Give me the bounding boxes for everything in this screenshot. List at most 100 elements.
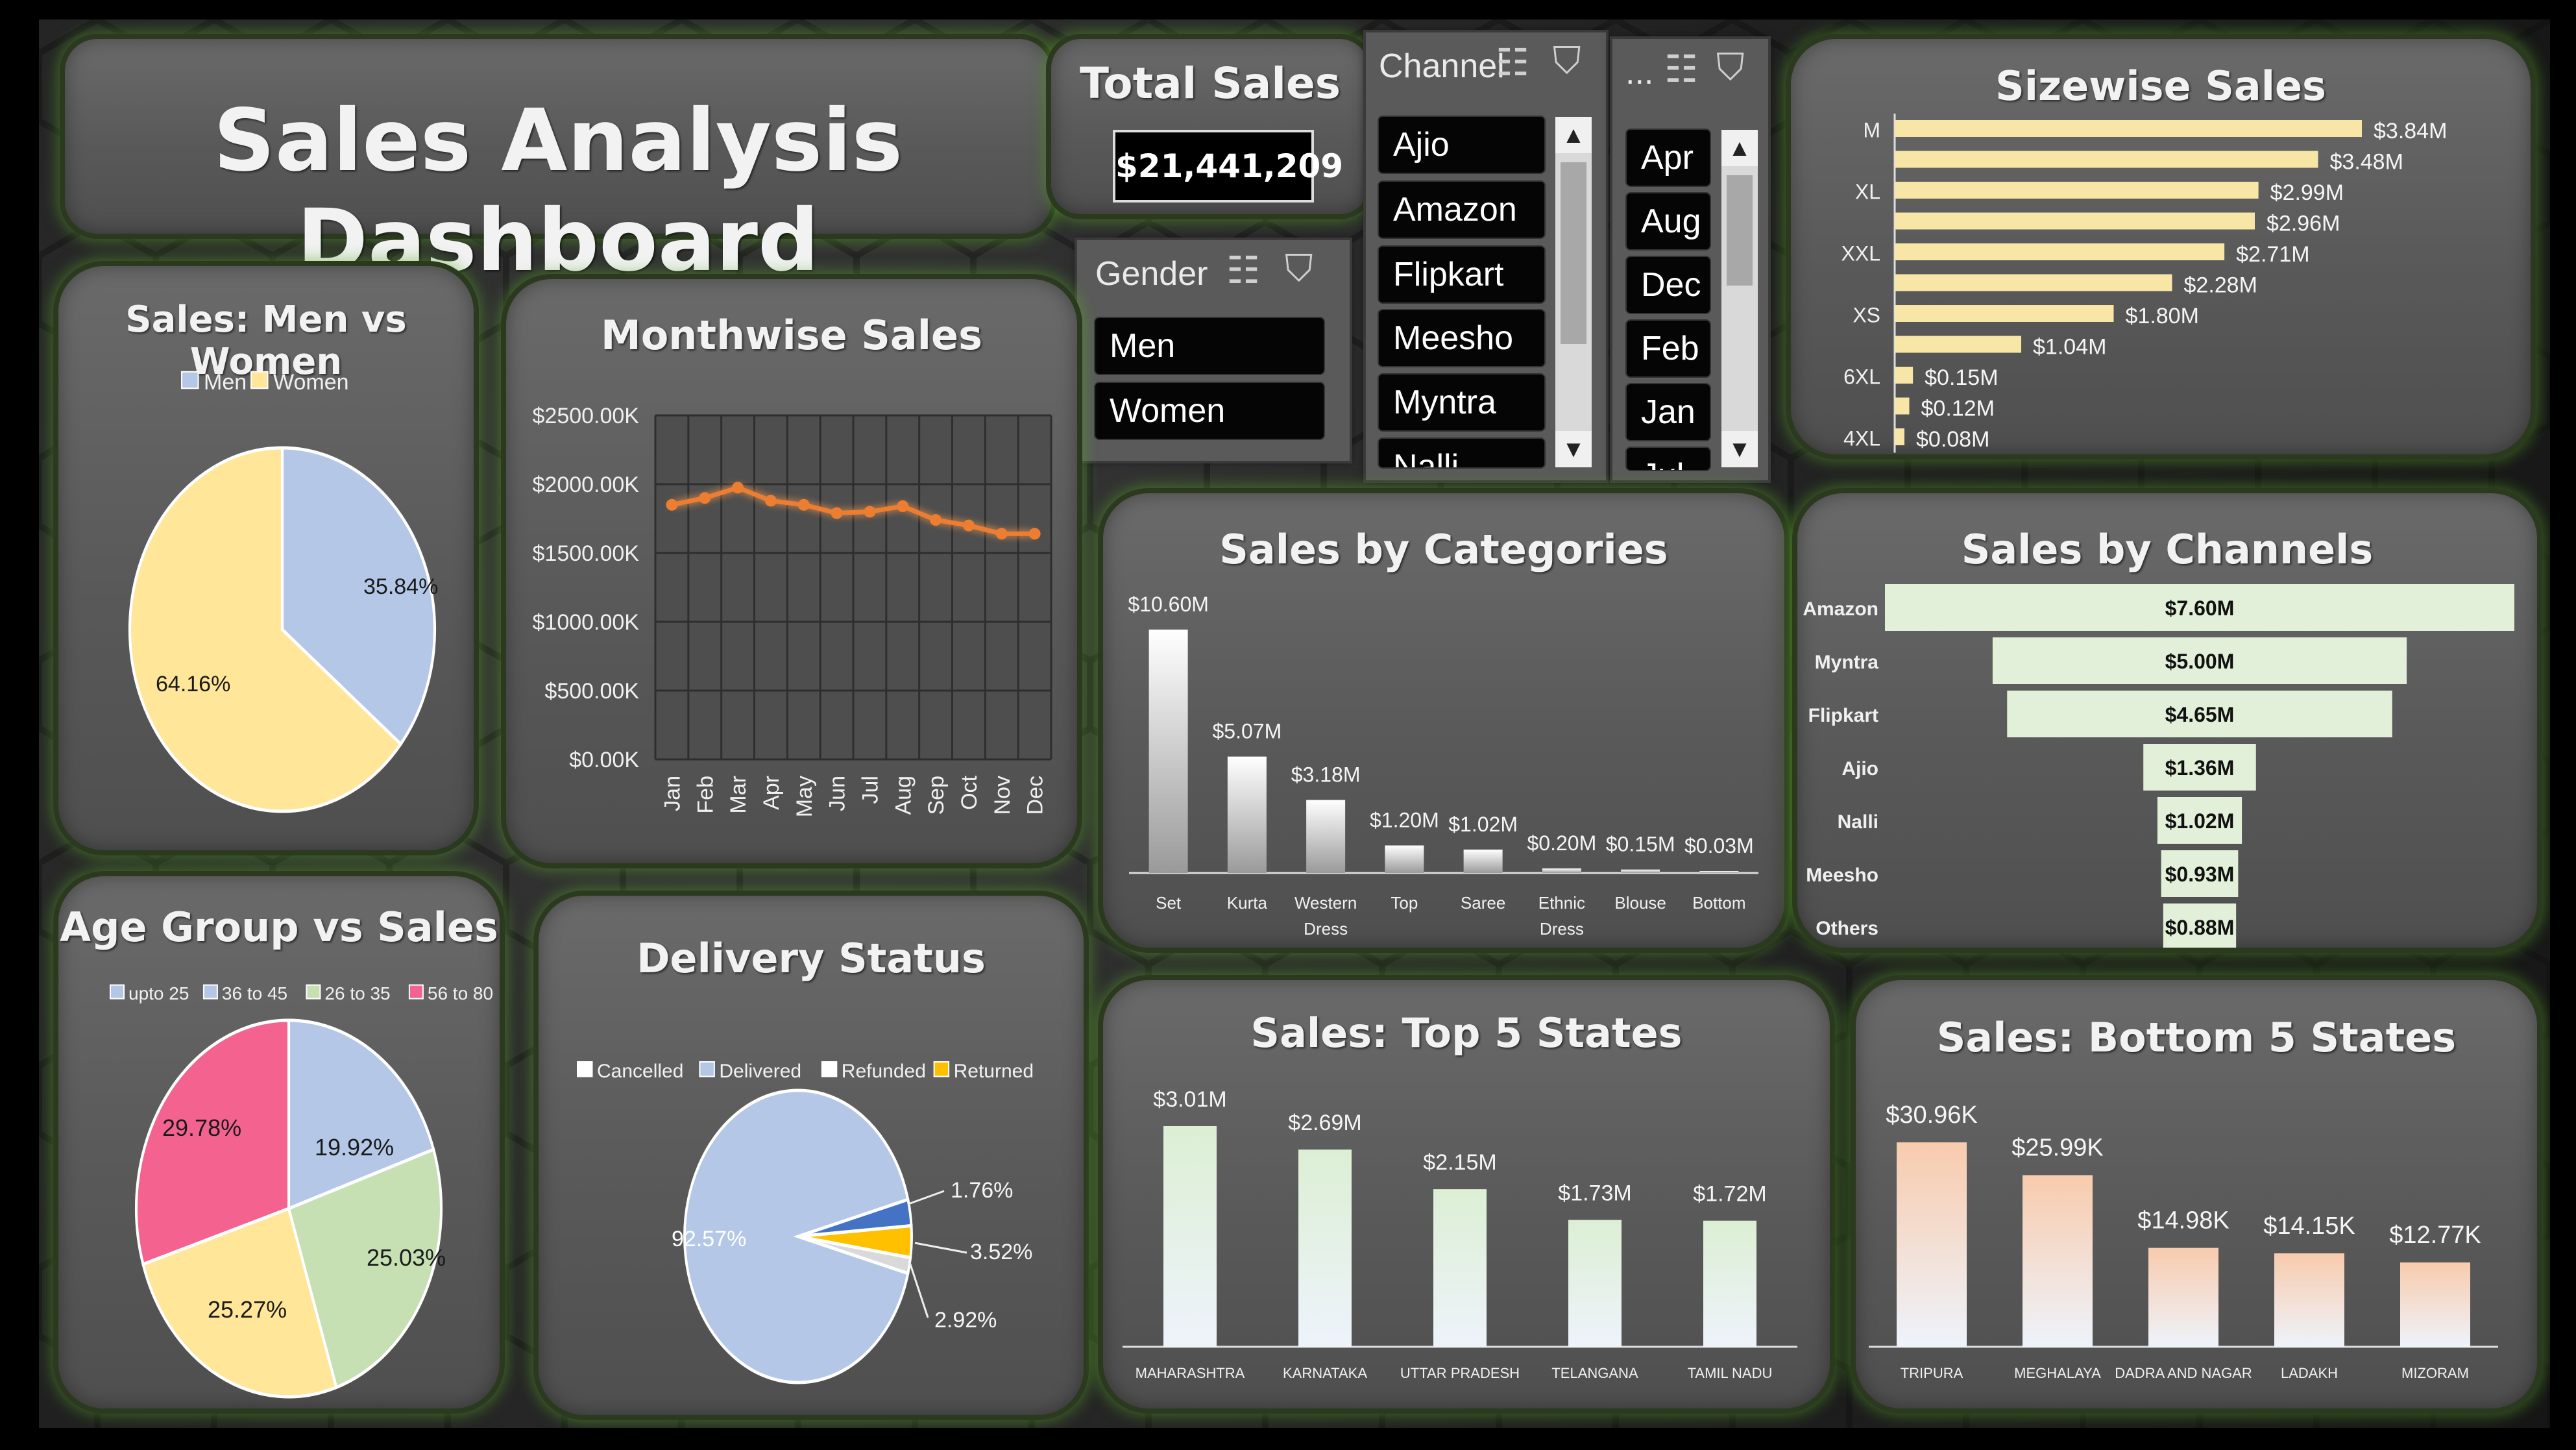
chevron-up-icon[interactable]: ▲ <box>1555 117 1592 153</box>
channel-slicer-item-flipkart[interactable]: Flipkart <box>1379 247 1544 302</box>
data-label: 19.92% <box>315 1134 394 1161</box>
bar <box>1148 630 1188 873</box>
bar <box>2274 1253 2344 1347</box>
top-states-panel: Sales: Top 5 States $3.01M MAHARASHTRA $2.… <box>1103 980 1830 1408</box>
legend-label: Delivered <box>719 1061 801 1082</box>
category-label: Ethnic <box>1538 893 1585 913</box>
gender-slicer-item-women[interactable]: Women <box>1095 383 1324 439</box>
legend-swatch <box>933 1061 950 1077</box>
bar <box>1433 1189 1487 1347</box>
channel-slicer-item-amazon[interactable]: Amazon <box>1379 182 1544 238</box>
month-slicer-item-dec[interactable]: Dec <box>1627 257 1710 313</box>
data-label: $3.01M <box>1153 1087 1226 1112</box>
data-label: $0.15M <box>1925 365 1998 390</box>
data-label: $12.77K <box>2389 1222 2481 1249</box>
x-tick-label: Jun <box>825 776 850 811</box>
data-label: 92.57% <box>672 1227 746 1251</box>
age-pie-panel: Age Group vs Sales upto 25 36 to 45 26 to … <box>58 876 500 1408</box>
chevron-up-icon[interactable]: ▲ <box>1721 130 1758 166</box>
data-label: $0.93M <box>2165 863 2235 886</box>
gender-slicer: Gender ☷ ⛉ Men Women <box>1077 240 1350 461</box>
data-label: $3.18M <box>1291 763 1361 787</box>
category-label: 6XL <box>1843 365 1880 389</box>
gender-slicer-item-men[interactable]: Men <box>1095 318 1324 374</box>
channel-slicer-item-myntra[interactable]: Myntra <box>1379 375 1544 430</box>
data-point <box>1028 528 1041 540</box>
bar <box>1227 756 1267 873</box>
data-label: $1.02M <box>2165 809 2235 833</box>
chevron-down-icon[interactable]: ▼ <box>1555 431 1592 467</box>
clear-filter-icon[interactable]: ⛉ <box>1285 247 1313 291</box>
data-label: 2.92% <box>934 1308 997 1333</box>
x-tick-label: Jan <box>660 776 685 811</box>
clear-filter-icon[interactable]: ⛉ <box>1716 45 1745 90</box>
bar <box>1895 182 2259 199</box>
category-label: 4XL <box>1843 427 1880 450</box>
category-label: MIZORAM <box>2401 1365 2469 1381</box>
month-slicer-scrollbar[interactable]: ▲ ▼ <box>1721 130 1758 467</box>
bar <box>1621 869 1660 873</box>
data-label: $2.69M <box>1288 1111 1361 1135</box>
channel-slicer-scrollbar[interactable]: ▲ ▼ <box>1555 117 1592 467</box>
gender-slicer-label: Gender <box>1095 255 1208 293</box>
leader-line <box>908 1262 929 1318</box>
clear-filter-icon[interactable]: ⛉ <box>1553 39 1581 83</box>
multiselect-icon[interactable]: ☷ <box>1496 40 1529 84</box>
delivery-chart: Cancelled Delivered Refunded Returned 92.57%… <box>577 1061 1034 1384</box>
x-tick-label: Nov <box>990 776 1015 815</box>
month-slicer-item-feb[interactable]: Feb <box>1627 321 1710 376</box>
channel-slicer-label: Channel <box>1379 47 1505 85</box>
data-label: $2.71M <box>2236 242 2309 267</box>
category-label: Dress <box>1304 919 1348 939</box>
category-label: TRIPURA <box>1901 1365 1963 1381</box>
y-tick-label: $500.00K <box>544 679 639 704</box>
scroll-thumb[interactable] <box>1727 175 1753 286</box>
total-sales-card: Total Sales $21,441,209 <box>1051 39 1369 214</box>
data-label: $0.20M <box>1527 831 1597 855</box>
month-slicer-label: ... <box>1625 54 1654 92</box>
legend-label: Women <box>273 370 349 395</box>
category-label: Set <box>1156 893 1182 913</box>
channel-slicer-item-meesho[interactable]: Meesho <box>1379 310 1544 366</box>
scroll-thumb[interactable] <box>1561 162 1586 344</box>
multiselect-icon[interactable]: ☷ <box>1664 47 1698 91</box>
month-slicer-item-jan[interactable]: Jan <box>1627 384 1710 440</box>
gender-pie-panel: Sales: Men vs Women Men Women 35.84% 64.16% <box>58 266 474 850</box>
channel-slicer-item-nalli[interactable]: Nalli <box>1379 439 1544 467</box>
category-label: Bottom <box>1692 893 1745 913</box>
x-tick-label: Oct <box>957 775 982 809</box>
bar <box>1895 336 2021 353</box>
data-label: $5.00M <box>2165 650 2235 673</box>
data-label: 35.84% <box>363 574 438 599</box>
x-tick-label: Apr <box>759 776 784 810</box>
categories-chart: $10.60M Set $5.07M Kurta $3.18M Western Dress $… <box>1128 593 1758 939</box>
bar <box>1699 871 1739 873</box>
category-label: Ajio <box>1841 758 1878 780</box>
data-label: $7.60M <box>2165 596 2235 620</box>
category-label: Amazon <box>1803 598 1878 620</box>
month-slicer-item-apr[interactable]: Apr <box>1627 130 1710 186</box>
month-slicer-item-aug[interactable]: Aug <box>1627 193 1710 249</box>
bar <box>2400 1262 2470 1347</box>
channel-slicer-item-ajio[interactable]: Ajio <box>1379 117 1544 173</box>
bar <box>1895 120 2362 137</box>
data-label: $1.80M <box>2126 304 2199 328</box>
data-label: $2.15M <box>1423 1150 1496 1175</box>
categories-panel: Sales by Categories $10.60M Set $5.07M Kurt… <box>1103 493 1784 948</box>
chevron-down-icon[interactable]: ▼ <box>1721 431 1758 467</box>
month-slicer-item-jul[interactable]: Jul <box>1627 448 1710 470</box>
data-point <box>930 514 942 526</box>
legend-label: Men <box>204 370 247 395</box>
bar <box>1897 1142 1967 1347</box>
x-tick-label: Aug <box>891 776 916 815</box>
multiselect-icon[interactable]: ☷ <box>1226 248 1260 292</box>
total-sales-label: Total Sales <box>1079 58 1341 108</box>
data-label: 25.27% <box>208 1296 287 1323</box>
legend-label: 26 to 35 <box>324 983 390 1003</box>
data-label: $0.12M <box>1921 397 1995 421</box>
bar <box>1703 1220 1756 1347</box>
data-point <box>897 500 909 512</box>
sizewise-chart: $3.84M $3.48M $2.99M $2.96M $2.71M $2.28M $1.8… <box>1841 114 2447 453</box>
leader-line <box>914 1242 967 1254</box>
data-point <box>797 498 810 511</box>
